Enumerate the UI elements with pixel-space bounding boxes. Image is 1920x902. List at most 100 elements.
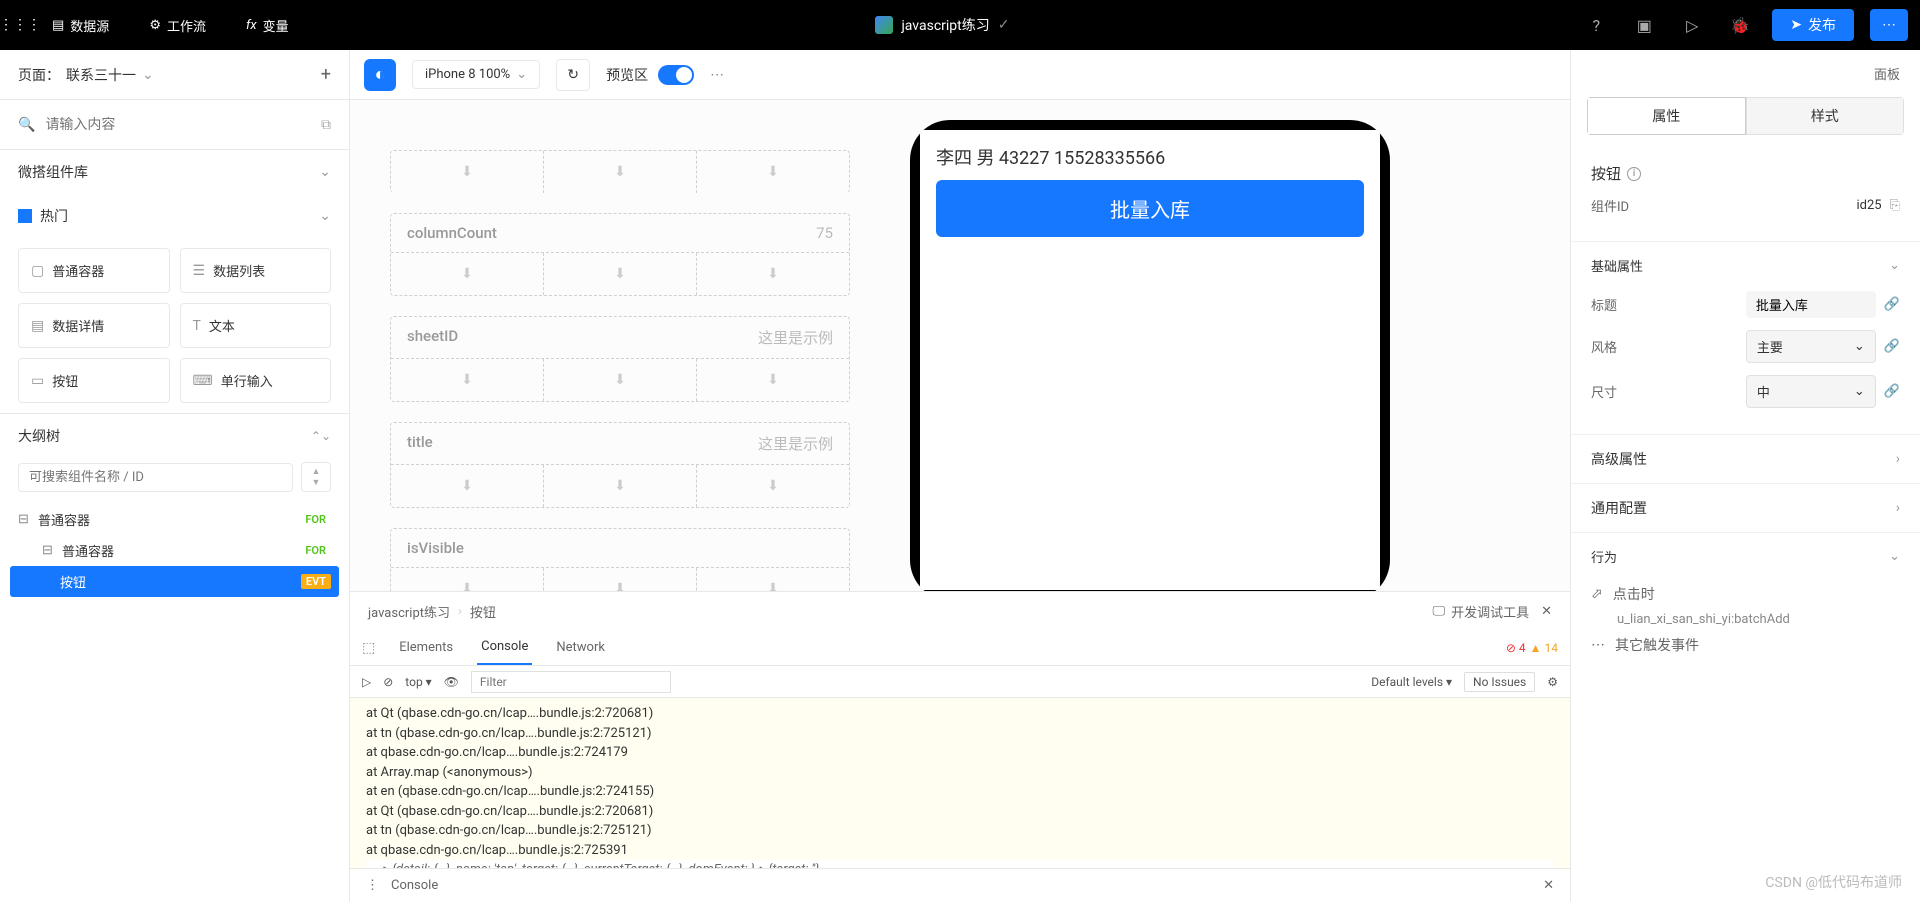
link-icon[interactable]: 🔗 [1884, 384, 1900, 399]
send-icon: ➤ [1790, 17, 1802, 33]
outline-search-input[interactable] [18, 463, 293, 492]
top-left: ⋮⋮⋮ ▤数据源 ⚙工作流 fx变量 [12, 16, 305, 35]
widget-button[interactable]: ▭按钮 [18, 358, 170, 403]
chevron-down-icon: ⌄ [319, 208, 331, 224]
issues-button[interactable]: No Issues [1464, 672, 1535, 692]
devtools-tabs: ⬚ Elements Console Network ⊘ 4 ▲ 14 [350, 630, 1570, 666]
tree-item-container[interactable]: ⊟ 普通容器 FOR [10, 535, 339, 566]
general-config[interactable]: 通用配置› [1571, 484, 1920, 533]
app-name: javascript练习 [901, 15, 989, 35]
chevron-down-icon[interactable]: ⌄ [1889, 549, 1900, 564]
hot-icon [18, 209, 32, 223]
play-icon[interactable]: ▷ [1676, 9, 1708, 41]
link-icon[interactable]: 🔗 [1884, 297, 1900, 312]
hierarchy-icon[interactable]: ⧉ [321, 117, 331, 133]
publish-button[interactable]: ➤发布 [1772, 9, 1854, 41]
add-page-icon[interactable]: + [321, 64, 331, 85]
tab-styles[interactable]: 样式 [1746, 97, 1905, 135]
click-icon: ⬀ [1591, 586, 1603, 602]
variable-menu[interactable]: fx变量 [230, 16, 305, 35]
tab-network[interactable]: Network [552, 630, 609, 665]
tree-item-container[interactable]: ⊟ 普通容器 FOR [10, 504, 339, 535]
form-field[interactable]: sheetID这里是示例 ⬇⬇⬇ [390, 316, 850, 402]
warn-count[interactable]: ▲ 14 [1530, 641, 1558, 655]
style-select[interactable]: 主要⌄ [1746, 330, 1876, 363]
form-column: ⬇⬇⬇ columnCount75 ⬇⬇⬇ sheetID这里是示例 ⬇⬇⬇ t… [390, 120, 850, 571]
breadcrumb-item[interactable]: 按钮 [470, 602, 496, 621]
console-body[interactable]: at Qt (qbase.cdn-go.cn/lcap….bundle.js:2… [350, 698, 1570, 868]
tab-attributes[interactable]: 属性 [1587, 97, 1746, 135]
other-events[interactable]: ⋯其它触发事件 [1591, 627, 1900, 663]
more-button[interactable]: ⋯ [1870, 9, 1908, 41]
outline-header[interactable]: 大纲树 ⌃⌄ [0, 426, 349, 456]
advanced-props[interactable]: 高级属性› [1571, 435, 1920, 484]
chevron-down-icon[interactable]: ⌄ [1889, 258, 1900, 273]
close-icon[interactable]: ✕ [1541, 604, 1552, 619]
levels-selector[interactable]: Default levels ▾ [1371, 675, 1452, 689]
play-icon[interactable]: ▷ [362, 675, 371, 689]
eye-icon[interactable]: 👁 [444, 675, 459, 689]
size-select[interactable]: 中⌄ [1746, 375, 1876, 408]
drag-icon[interactable]: ⋮ [366, 878, 379, 893]
collapse-icon[interactable]: ⊟ [42, 543, 54, 558]
evt-badge: EVT [301, 574, 331, 589]
scope-selector[interactable]: top ▾ [405, 675, 431, 689]
tab-console[interactable]: Console [477, 630, 532, 665]
link-icon[interactable]: 🔗 [1884, 339, 1900, 354]
panel-label[interactable]: 面板 [1571, 50, 1920, 97]
form-field[interactable]: title这里是示例 ⬇⬇⬇ [390, 422, 850, 508]
gear-icon[interactable]: ⚙ [1547, 675, 1558, 689]
bug-icon[interactable]: 🐞 [1724, 9, 1756, 41]
outline-section: 大纲树 ⌃⌄ ▲▼ ⊟ 普通容器 FOR ⊟ 普通容器 FOR [0, 413, 349, 615]
container-icon: ▢ [31, 263, 44, 279]
check-icon: ✓ [998, 17, 1010, 33]
refresh-button[interactable]: ↻ [556, 59, 590, 91]
preview-toggle[interactable] [658, 65, 694, 85]
widget-text[interactable]: T文本 [180, 303, 332, 348]
miniapp-icon[interactable]: ◐ [364, 59, 396, 91]
top-right: ? ▣ ▷ 🐞 ➤发布 ⋯ [1580, 9, 1908, 41]
widget-list[interactable]: ☰数据列表 [180, 248, 332, 293]
widget-container[interactable]: ▢普通容器 [18, 248, 170, 293]
copy-icon[interactable]: ⎘ [1890, 198, 1900, 213]
form-cell[interactable]: ⬇ [544, 151, 697, 193]
console-filter-input[interactable] [471, 671, 671, 693]
tree-item-button[interactable]: 按钮 EVT [10, 566, 339, 597]
click-handler[interactable]: u_lian_xi_san_shi_yi:batchAdd [1591, 612, 1900, 627]
sort-control[interactable]: ▲▼ [301, 462, 331, 492]
collapse-icon[interactable]: ⊟ [18, 512, 30, 527]
form-field[interactable]: columnCount75 ⬇⬇⬇ [390, 213, 850, 296]
title-input[interactable] [1746, 291, 1876, 318]
inspect-icon[interactable]: ⬚ [362, 640, 375, 656]
workflow-menu[interactable]: ⚙工作流 [133, 16, 222, 35]
outline-search: ▲▼ [0, 456, 349, 498]
tab-elements[interactable]: Elements [395, 630, 457, 665]
breadcrumb-item[interactable]: javascript练习 [368, 602, 450, 621]
batch-add-button[interactable]: 批量入库 [936, 180, 1364, 237]
apps-icon[interactable]: ⋮⋮⋮ [12, 17, 28, 33]
page-selector[interactable]: 页面：联系三十一 ⌄ [18, 65, 154, 85]
more-icon[interactable]: ⋯ [710, 67, 724, 83]
widget-search-input[interactable] [45, 117, 311, 133]
lib-header[interactable]: 微搭组件库⌄ [0, 150, 349, 194]
list-icon: ☰ [193, 263, 206, 279]
error-count[interactable]: ⊘ 4 [1506, 641, 1526, 655]
widget-detail[interactable]: ▤数据详情 [18, 303, 170, 348]
console-object[interactable]: ▸ {detail: {…}, name: 'tap', target: {…}… [366, 860, 1554, 868]
monitor-icon: 🖵 [1433, 604, 1446, 619]
close-icon[interactable]: ✕ [1543, 878, 1554, 893]
on-click-event[interactable]: ⬀点击时 [1591, 576, 1900, 612]
help-icon[interactable]: ? [1580, 9, 1612, 41]
hot-header[interactable]: 热门 ⌄ [0, 194, 349, 238]
device-selector[interactable]: iPhone 8 100%⌄ [412, 60, 540, 89]
info-icon[interactable]: i [1627, 167, 1641, 181]
widget-input[interactable]: ⌨单行输入 [180, 358, 332, 403]
search-icon: 🔍 [18, 117, 35, 133]
save-icon[interactable]: ▣ [1628, 9, 1660, 41]
property-tabs: 属性 样式 [1587, 97, 1904, 135]
form-cell[interactable]: ⬇ [391, 151, 544, 193]
datasource-menu[interactable]: ▤数据源 [36, 16, 125, 35]
clear-icon[interactable]: ⊘ [383, 675, 393, 689]
form-field[interactable]: isVisible ⬇⬇⬇ [390, 528, 850, 591]
form-cell[interactable]: ⬇ [697, 151, 849, 193]
